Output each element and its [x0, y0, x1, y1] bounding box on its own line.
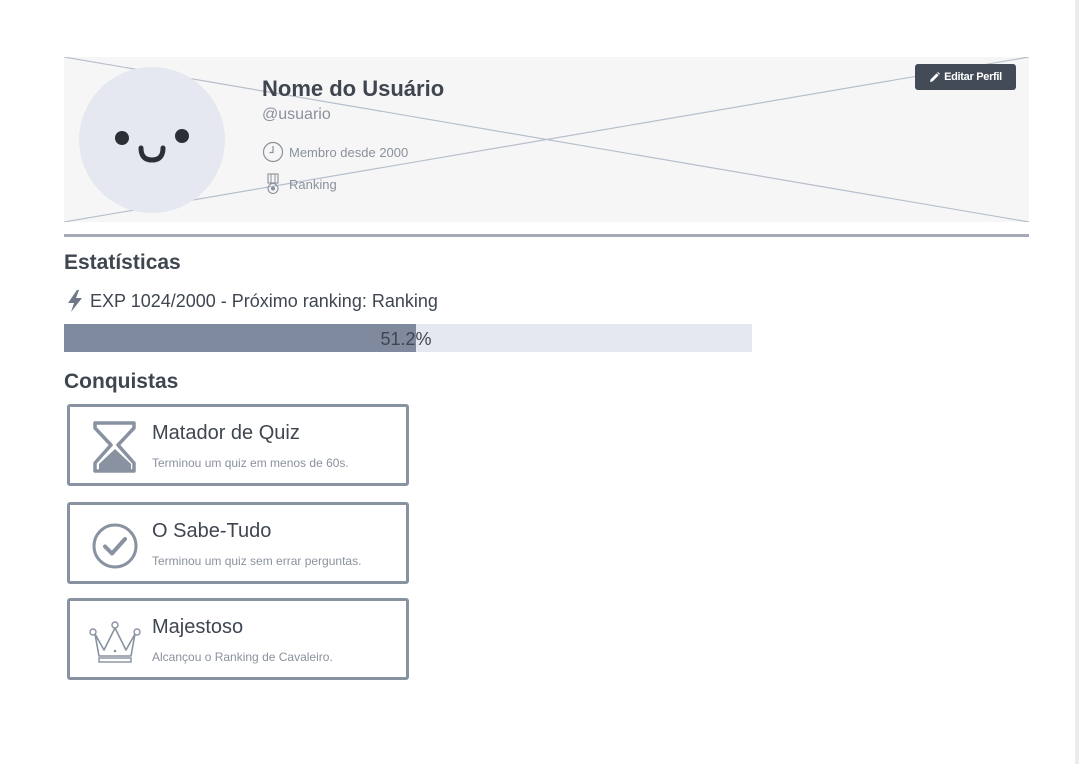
- stats-title: Estatísticas: [64, 251, 181, 274]
- hourglass-icon: [88, 419, 142, 473]
- exp-progress-label: 51.2%: [380, 329, 432, 349]
- lightning-icon: [64, 289, 86, 313]
- achievement-card: O Sabe-Tudo Terminou um quiz sem errar p…: [67, 502, 409, 584]
- exp-text: EXP 1024/2000 - Próximo ranking: Ranking: [90, 290, 438, 311]
- achievement-name: Matador de Quiz: [152, 422, 300, 444]
- header-divider: [64, 234, 1029, 237]
- achievement-name: O Sabe-Tudo: [152, 520, 272, 542]
- achievement-description: Alcançou o Ranking de Cavaleiro.: [152, 650, 333, 664]
- member-since: Membro desde 2000: [262, 141, 408, 163]
- pencil-icon: [929, 71, 941, 83]
- medal-icon: [262, 173, 284, 195]
- achievement-card: Matador de Quiz Terminou um quiz em meno…: [67, 404, 409, 486]
- clock-icon: [262, 141, 284, 163]
- exp-progress-bar: 51.2%: [64, 324, 752, 352]
- page-scrollbar[interactable]: [1075, 0, 1079, 764]
- profile-header: Nome do Usuário @usuario Membro desde 20…: [64, 57, 1029, 222]
- smiley-face-icon: [115, 129, 189, 163]
- check-circle-icon: [88, 517, 142, 571]
- achievement-description: Terminou um quiz sem errar perguntas.: [152, 554, 362, 568]
- exp-status: EXP 1024/2000 - Próximo ranking: Ranking: [64, 289, 438, 313]
- user-rank: Ranking: [262, 173, 337, 195]
- member-since-label: Membro desde 2000: [289, 144, 409, 160]
- user-name: Nome do Usuário: [262, 76, 445, 101]
- rank-label: Ranking: [289, 176, 337, 192]
- edit-profile-label: Editar Perfil: [944, 71, 1002, 83]
- achievement-description: Terminou um quiz em menos de 60s.: [152, 456, 349, 470]
- achievement-name: Majestoso: [152, 616, 244, 638]
- achievement-card: Majestoso Alcançou o Ranking de Cavaleir…: [67, 598, 409, 680]
- edit-profile-button[interactable]: Editar Perfil: [915, 64, 1016, 90]
- achievements-title: Conquistas: [64, 370, 179, 393]
- crown-icon: [88, 613, 142, 667]
- user-handle: @usuario: [262, 106, 331, 123]
- avatar: [79, 67, 225, 213]
